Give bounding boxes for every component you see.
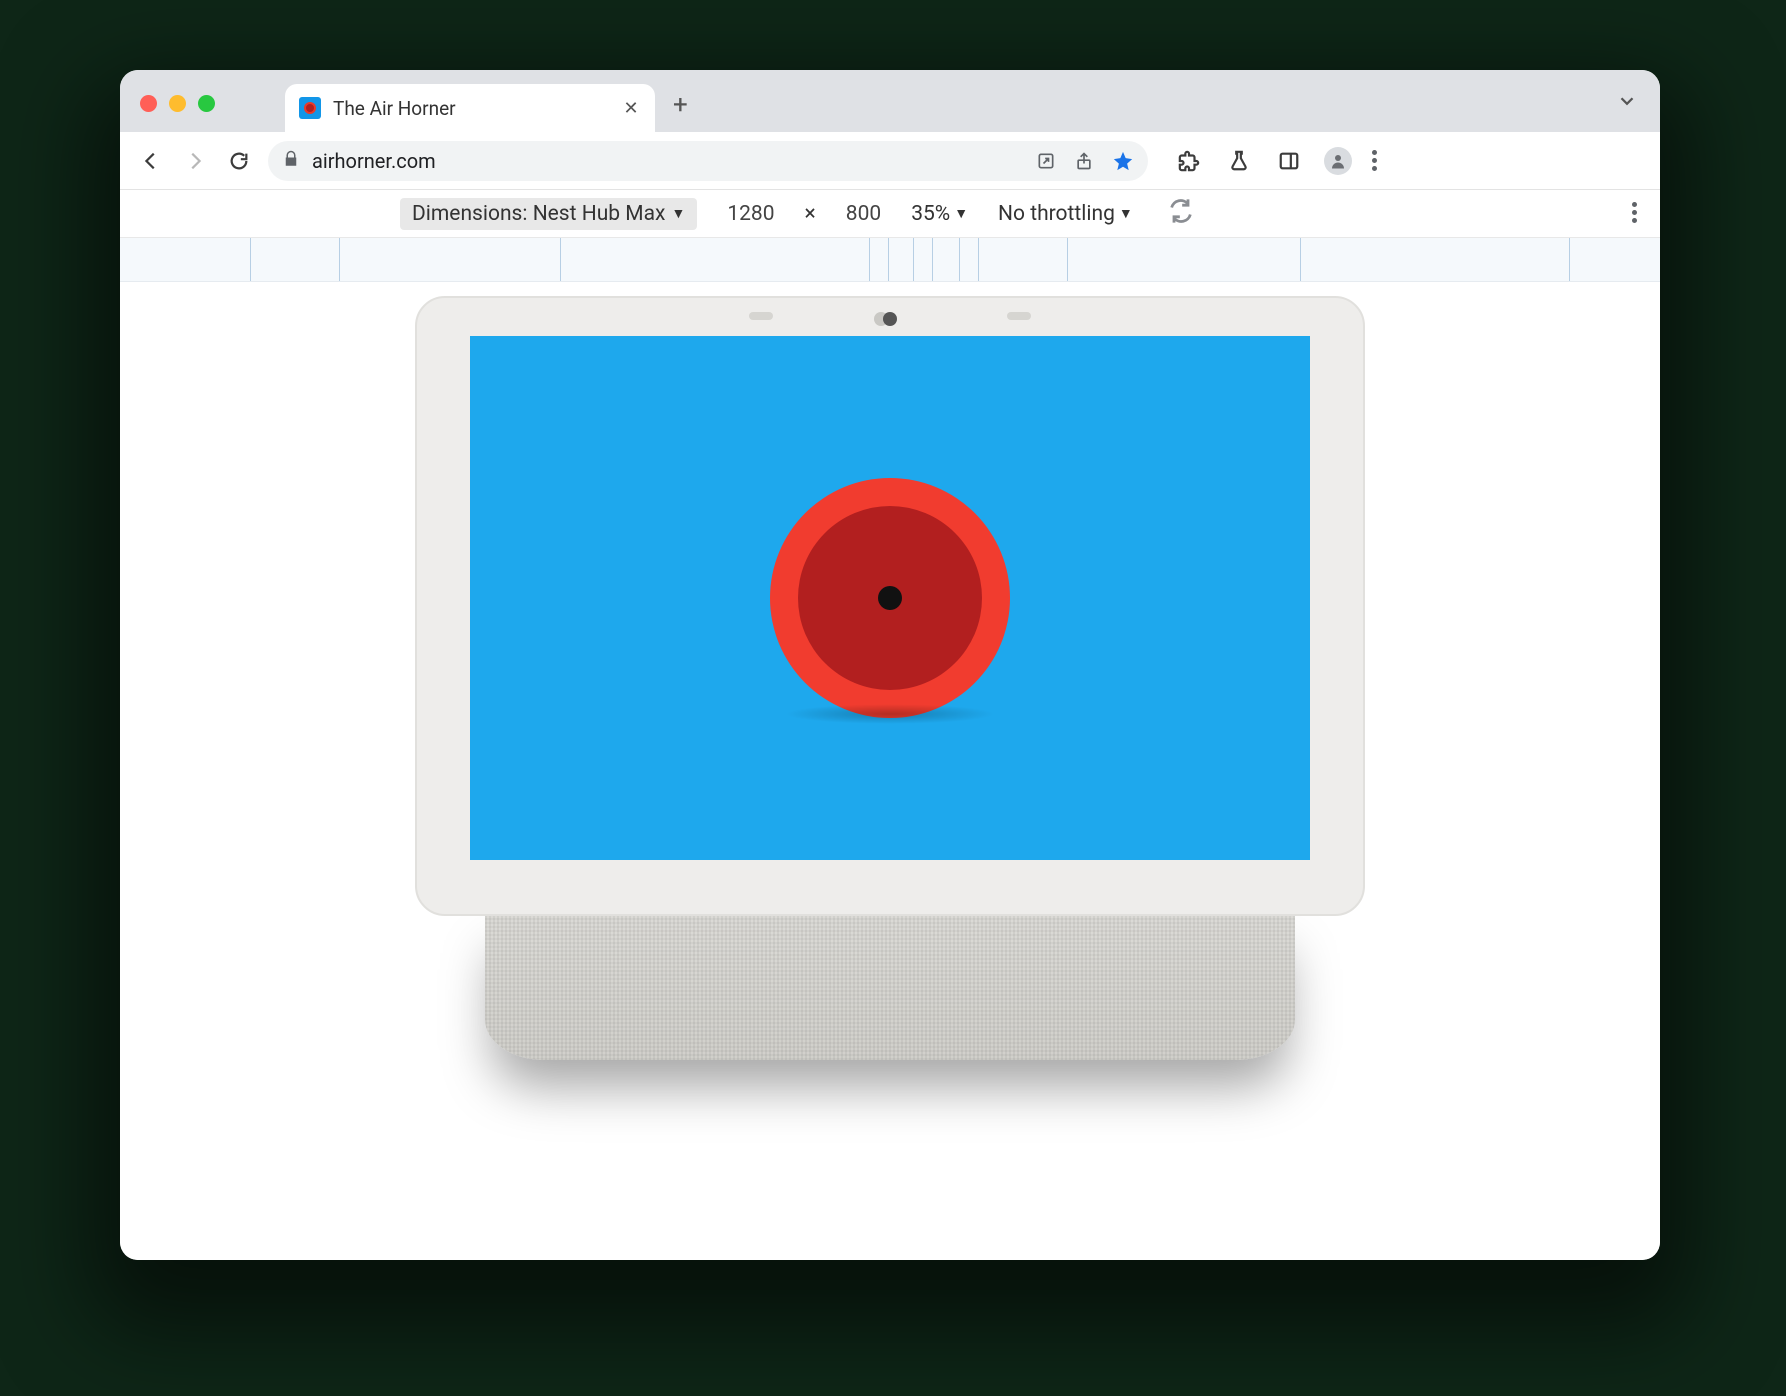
window-controls [140, 95, 215, 112]
tab-overflow-button[interactable] [1616, 90, 1638, 116]
favicon-icon [299, 97, 321, 119]
reload-button[interactable] [224, 146, 254, 176]
dropdown-caret-icon: ▼ [1119, 205, 1133, 222]
toolbar-extensions [1174, 146, 1378, 176]
lock-icon [282, 150, 300, 172]
device-bezel [415, 296, 1365, 916]
throttle-value: No throttling [998, 202, 1115, 226]
omnibox-actions [1036, 150, 1134, 172]
side-panel-icon[interactable] [1274, 146, 1304, 176]
extensions-icon[interactable] [1174, 146, 1204, 176]
back-button[interactable] [136, 146, 166, 176]
minimize-window-button[interactable] [169, 95, 186, 112]
zoom-value: 35% [911, 202, 950, 226]
device-frame-nest-hub-max [415, 296, 1365, 1260]
sensor-icon [1007, 312, 1031, 320]
device-speaker-base [485, 910, 1295, 1060]
viewport-width-input[interactable]: 1280 [727, 202, 774, 226]
labs-icon[interactable] [1224, 146, 1254, 176]
bookmark-star-icon[interactable] [1112, 150, 1134, 172]
toolbar: airhorner.com [120, 132, 1660, 190]
dimensions-label: Dimensions: Nest Hub Max [412, 202, 665, 226]
maximize-window-button[interactable] [198, 95, 215, 112]
viewport-content [120, 282, 1660, 1260]
shadow [785, 704, 995, 724]
throttling-dropdown[interactable]: No throttling ▼ [998, 202, 1133, 226]
zoom-dropdown[interactable]: 35% ▼ [911, 202, 968, 226]
close-window-button[interactable] [140, 95, 157, 112]
browser-window: The Air Horner ✕ + airhorner.com [120, 70, 1660, 1260]
dimension-separator: × [805, 202, 816, 226]
forward-button[interactable] [180, 146, 210, 176]
tab-strip: The Air Horner ✕ + [120, 70, 1660, 132]
devtools-device-bar: Dimensions: Nest Hub Max ▼ 1280 × 800 35… [120, 190, 1660, 238]
new-tab-button[interactable]: + [673, 90, 688, 120]
dimensions-dropdown[interactable]: Dimensions: Nest Hub Max ▼ [400, 198, 697, 230]
browser-menu-button[interactable] [1372, 150, 1378, 171]
rotate-icon[interactable] [1167, 197, 1195, 231]
air-horn-center-icon [878, 586, 902, 610]
profile-avatar[interactable] [1324, 147, 1352, 175]
dropdown-caret-icon: ▼ [954, 205, 968, 222]
open-new-icon[interactable] [1036, 151, 1056, 171]
device-screen[interactable] [470, 336, 1310, 860]
camera-icon [883, 312, 897, 326]
share-icon[interactable] [1074, 151, 1094, 171]
media-query-ruler[interactable] [120, 238, 1660, 282]
device-camera-bar [417, 312, 1363, 326]
sensor-icon [749, 312, 773, 320]
browser-tab[interactable]: The Air Horner ✕ [285, 84, 655, 132]
close-tab-button[interactable]: ✕ [621, 98, 641, 119]
url-text: airhorner.com [312, 149, 1024, 173]
tab-title: The Air Horner [333, 97, 609, 120]
devtools-more-button[interactable] [1632, 202, 1638, 223]
dropdown-caret-icon: ▼ [671, 205, 685, 222]
viewport-height-input[interactable]: 800 [846, 202, 881, 226]
air-horn-button[interactable] [770, 478, 1010, 718]
address-bar[interactable]: airhorner.com [268, 141, 1148, 181]
air-horn-inner [798, 506, 982, 690]
